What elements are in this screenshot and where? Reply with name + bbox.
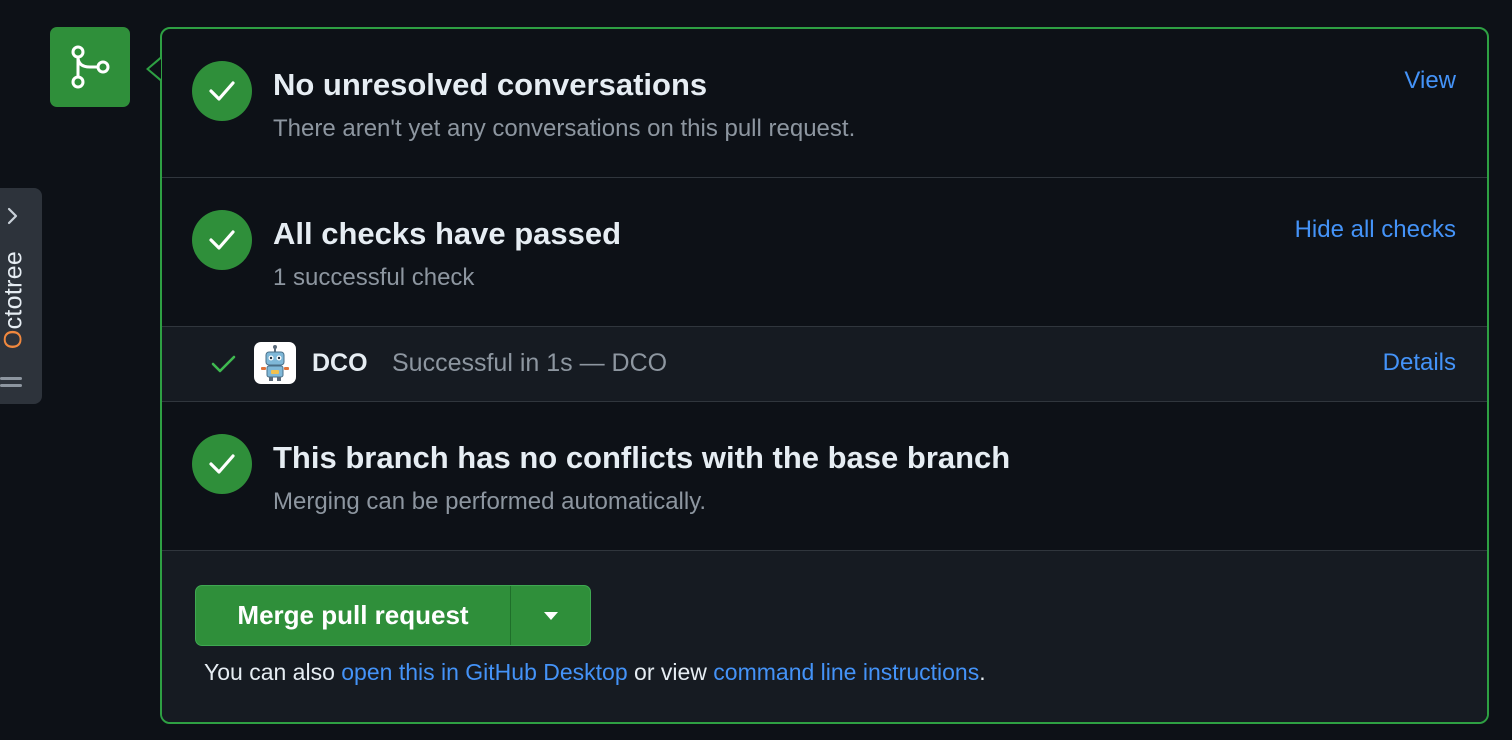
merge-button-group: Merge pull request xyxy=(195,585,591,646)
git-merge-icon xyxy=(50,27,130,107)
command-line-instructions-link[interactable]: command line instructions xyxy=(713,659,979,685)
merge-options-dropdown-button[interactable] xyxy=(511,586,590,645)
merge-alternatives-text: You can also open this in GitHub Desktop… xyxy=(204,659,986,686)
open-github-desktop-link[interactable]: open this in GitHub Desktop xyxy=(341,659,627,685)
check-item-row: DCO Successful in 1s — DCO Details xyxy=(162,327,1487,401)
conflicts-check-icon xyxy=(192,434,252,494)
check-icon xyxy=(211,355,236,373)
check-item-status: Successful in 1s — DCO xyxy=(392,349,668,377)
merge-status-box: No unresolved conversations There aren't… xyxy=(160,27,1489,724)
chevron-right-icon[interactable] xyxy=(6,206,20,226)
conversations-subtitle: There aren't yet any conversations on th… xyxy=(273,115,856,142)
footer-suffix: . xyxy=(979,659,986,685)
check-details-link[interactable]: Details xyxy=(1383,349,1456,377)
octotree-label-rest: ctotree xyxy=(0,250,28,330)
checks-subtitle: 1 successful check xyxy=(273,264,475,291)
divider xyxy=(162,401,1487,402)
divider xyxy=(162,177,1487,178)
view-conversations-link[interactable]: View xyxy=(1404,67,1456,95)
checks-check-icon xyxy=(192,210,252,270)
conflicts-title: This branch has no conflicts with the ba… xyxy=(273,440,1011,475)
conversations-title: No unresolved conversations xyxy=(273,67,708,102)
conflicts-subtitle: Merging can be performed automatically. xyxy=(273,488,707,515)
checks-title: All checks have passed xyxy=(273,216,622,251)
dco-bot-icon xyxy=(254,342,296,384)
check-item-name: DCO xyxy=(312,349,368,377)
hide-all-checks-link[interactable]: Hide all checks xyxy=(1295,216,1456,244)
triangle-down-icon xyxy=(543,611,558,620)
octotree-label-accent: O xyxy=(0,329,28,350)
merge-pull-request-button[interactable]: Merge pull request xyxy=(196,586,510,645)
timeline-caret-inner xyxy=(149,59,161,79)
drag-handle-icon[interactable] xyxy=(0,376,24,390)
octotree-sidebar-tab[interactable]: Octotree xyxy=(0,188,42,404)
footer-prefix: You can also xyxy=(204,659,342,685)
footer-middle: or view xyxy=(627,659,714,685)
conversations-check-icon xyxy=(192,61,252,121)
